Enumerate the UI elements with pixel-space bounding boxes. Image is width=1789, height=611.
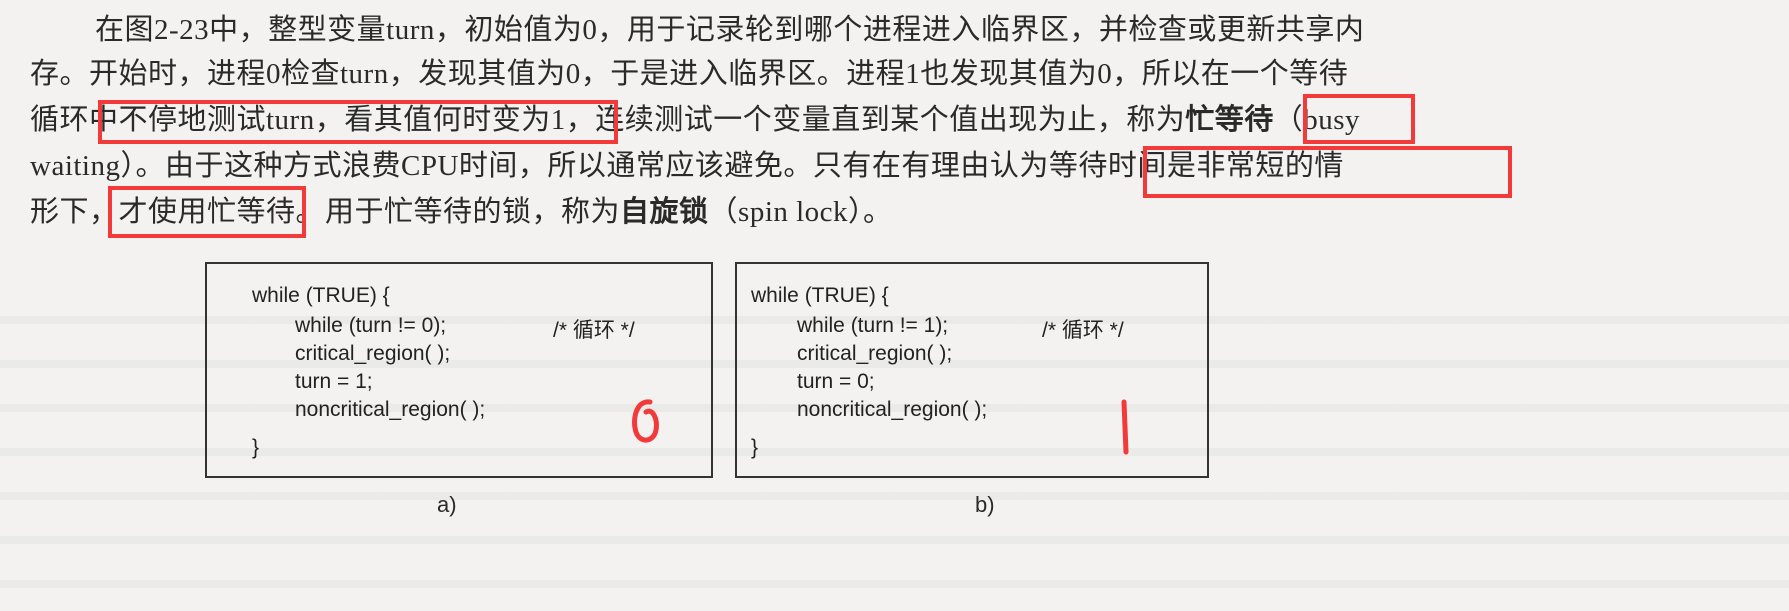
- red-line-mark: [1121, 399, 1129, 455]
- handwritten-annotations: [632, 399, 1129, 455]
- red-circle-mark: [632, 399, 659, 443]
